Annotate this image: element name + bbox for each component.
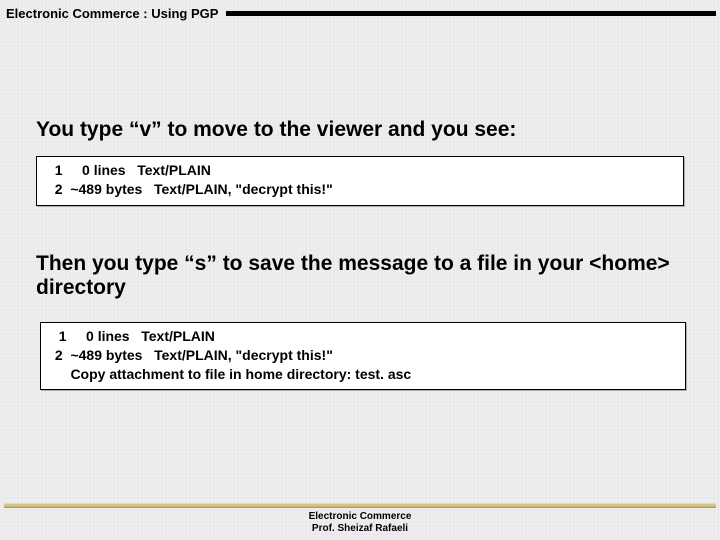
output-line: 1 0 lines Text/PLAIN [47, 161, 673, 180]
title-bar: Electronic Commerce : Using PGP [0, 0, 720, 26]
title-rule [226, 11, 716, 16]
slide-title: Electronic Commerce : Using PGP [6, 6, 226, 21]
output-line: 1 0 lines Text/PLAIN [51, 327, 675, 346]
output-line: Copy attachment to file in home director… [51, 365, 675, 384]
output-line: 2 ~489 bytes Text/PLAIN, "decrypt this!" [51, 346, 675, 365]
heading-2: Then you type “s” to save the message to… [36, 252, 684, 300]
viewer-output-box-2: 1 0 lines Text/PLAIN 2 ~489 bytes Text/P… [40, 322, 686, 391]
footer-divider [4, 503, 716, 508]
heading-1: You type “v” to move to the viewer and y… [36, 118, 684, 142]
viewer-output-box-1: 1 0 lines Text/PLAIN 2 ~489 bytes Text/P… [36, 156, 684, 206]
output-line: 2 ~489 bytes Text/PLAIN, "decrypt this!" [47, 180, 673, 199]
slide-footer: Electronic Commerce Prof. Sheizaf Rafael… [0, 503, 720, 534]
footer-line-1: Electronic Commerce [0, 511, 720, 523]
footer-line-2: Prof. Sheizaf Rafaeli [0, 523, 720, 535]
slide-content: You type “v” to move to the viewer and y… [0, 26, 720, 390]
